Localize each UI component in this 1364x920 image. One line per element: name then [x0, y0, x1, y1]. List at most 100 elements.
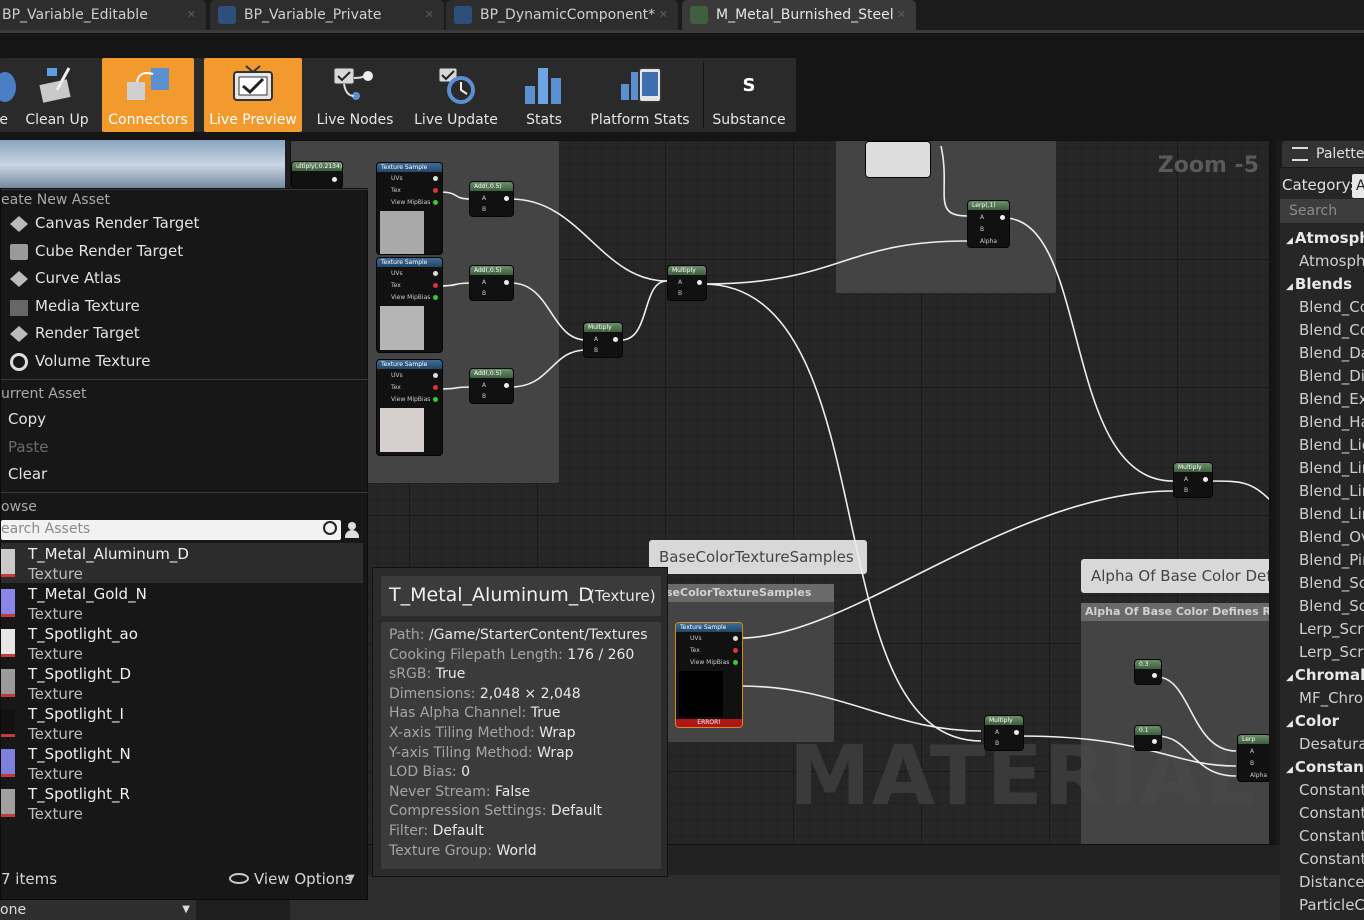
- close-icon[interactable]: ✕: [425, 8, 434, 21]
- stats-button[interactable]: Stats: [510, 58, 578, 132]
- bottom-dropdown[interactable]: one ▼: [0, 900, 196, 920]
- palette-item[interactable]: Constant: [1299, 827, 1364, 845]
- texture-preview-node[interactable]: [865, 141, 931, 178]
- palette-item[interactable]: MF_Chro: [1299, 689, 1363, 707]
- output-pin[interactable]: [733, 660, 738, 665]
- palette-search-input[interactable]: Search: [1280, 199, 1364, 223]
- close-icon[interactable]: ✕: [897, 8, 906, 21]
- output-pin[interactable]: [1014, 730, 1019, 735]
- palette-category[interactable]: ◢Atmosphe: [1286, 229, 1364, 247]
- output-pin[interactable]: [332, 177, 337, 182]
- asset-row[interactable]: T_Spotlight_R Texture: [1, 783, 363, 823]
- output-pin[interactable]: [433, 188, 438, 193]
- palette-item[interactable]: Blend_Lin: [1299, 505, 1364, 523]
- menu-item-volume-texture[interactable]: Volume Texture: [1, 349, 367, 376]
- output-pin[interactable]: [1152, 739, 1157, 744]
- asset-row[interactable]: T_Metal_Aluminum_D Texture: [1, 543, 363, 583]
- output-pin[interactable]: [433, 385, 438, 390]
- palette-item[interactable]: Blend_Ov: [1299, 528, 1364, 546]
- multiply-node-top-left[interactable]: ultiply(,0.2134): [291, 161, 343, 189]
- texture-sample-node-2[interactable]: Texture Sample UVs Tex View MipBias: [376, 257, 443, 353]
- palette-item[interactable]: Blend_Co: [1299, 298, 1364, 316]
- tab-bp-variable-private[interactable]: BP_Variable_Private ✕: [210, 0, 444, 30]
- live-nodes-button[interactable]: Live Nodes: [308, 58, 402, 132]
- menu-item-cube-render-target[interactable]: Cube Render Target: [1, 239, 367, 266]
- output-pin[interactable]: [504, 383, 509, 388]
- platform-stats-button[interactable]: Platform Stats: [584, 58, 696, 132]
- palette-item[interactable]: Blend_Lin: [1299, 459, 1364, 477]
- add-node-1[interactable]: Add(,0.5) A B: [469, 181, 514, 217]
- lerp-node-2[interactable]: Lerp A B Alpha: [1237, 734, 1269, 782]
- output-pin[interactable]: [433, 271, 438, 276]
- clear-menu-item[interactable]: Clear: [8, 465, 47, 483]
- palette-item[interactable]: Lerp_Scr: [1299, 643, 1363, 661]
- palette-item[interactable]: Blend_Lin: [1299, 482, 1364, 500]
- view-options-button[interactable]: View Options ▼: [227, 868, 361, 890]
- close-icon[interactable]: ✕: [659, 8, 668, 21]
- palette-category[interactable]: ◢Constants: [1286, 758, 1364, 776]
- menu-item-render-target[interactable]: Render Target: [1, 321, 367, 348]
- palette-tab[interactable]: Palette: [1282, 141, 1364, 167]
- palette-item[interactable]: ParticleC: [1299, 896, 1364, 914]
- live-preview-button[interactable]: Live Preview: [204, 58, 302, 132]
- palette-item[interactable]: Blend_Di: [1299, 367, 1364, 385]
- substance-button[interactable]: S Substance: [706, 58, 792, 132]
- output-pin[interactable]: [433, 397, 438, 402]
- output-pin[interactable]: [1000, 215, 1005, 220]
- preview-viewport[interactable]: [0, 140, 285, 190]
- lerp-node-1[interactable]: Lerp(,1) A B Alpha: [967, 200, 1010, 248]
- palette-item[interactable]: Blend_Sc: [1299, 574, 1364, 592]
- clean-up-button[interactable]: Clean Up: [18, 58, 96, 132]
- palette-category[interactable]: ◢ Blends: [1286, 275, 1352, 293]
- multiply-node-4[interactable]: Multiply A B: [984, 715, 1024, 751]
- palette-item[interactable]: Constant: [1299, 850, 1364, 868]
- palette-item[interactable]: Constant: [1299, 781, 1364, 799]
- output-pin[interactable]: [697, 280, 702, 285]
- palette-item[interactable]: Blend_Pin: [1299, 551, 1364, 569]
- palette-item[interactable]: Constant: [1299, 804, 1364, 822]
- menu-item-curve-atlas[interactable]: Curve Atlas: [1, 266, 367, 293]
- multiply-node-1[interactable]: Multiply A B: [583, 322, 623, 358]
- tab-m-metal-burnished-steel[interactable]: M_Metal_Burnished_Steel ✕: [682, 0, 916, 30]
- palette-item[interactable]: Blend_Lig: [1299, 436, 1364, 454]
- output-pin[interactable]: [1203, 477, 1208, 482]
- palette-item[interactable]: Distance: [1299, 873, 1364, 891]
- multiply-node-3[interactable]: Multiply A B: [1173, 462, 1213, 498]
- palette-item[interactable]: Atmosph: [1299, 252, 1364, 270]
- constant-node-1[interactable]: 0.3: [1134, 659, 1162, 685]
- asset-search-input[interactable]: earch Assets: [1, 520, 341, 540]
- palette-item[interactable]: Blend_Ex: [1299, 390, 1364, 408]
- output-pin[interactable]: [733, 648, 738, 653]
- output-pin[interactable]: [1152, 673, 1157, 678]
- output-pin[interactable]: [433, 200, 438, 205]
- output-pin[interactable]: [433, 176, 438, 181]
- tab-bp-dynamic-component[interactable]: BP_DynamicComponent* ✕: [446, 0, 678, 30]
- add-node-2[interactable]: Add(,0.5) A B: [469, 265, 514, 301]
- palette-category[interactable]: ◢Chromake: [1286, 666, 1364, 684]
- palette-item[interactable]: Blend_Da: [1299, 344, 1364, 362]
- asset-row[interactable]: T_Spotlight_N Texture: [1, 743, 363, 783]
- palette-item[interactable]: Blend_So: [1299, 597, 1364, 615]
- live-update-button[interactable]: Live Update: [408, 58, 504, 132]
- user-filter-icon[interactable]: [344, 522, 360, 538]
- asset-row[interactable]: T_Metal_Gold_N Texture: [1, 583, 363, 623]
- menu-item-canvas-render-target[interactable]: Canvas Render Target: [1, 211, 367, 238]
- output-pin[interactable]: [613, 337, 618, 342]
- texture-sample-node-error[interactable]: Texture Sample UVs Tex View MipBias ERRO…: [675, 622, 743, 728]
- palette-item[interactable]: Blend_Co: [1299, 321, 1364, 339]
- constant-node-2[interactable]: 0.1: [1134, 725, 1162, 751]
- asset-row[interactable]: T_Spotlight_D Texture: [1, 663, 363, 703]
- texture-sample-node-3[interactable]: Texture Sample UVs Tex View MipBias: [376, 359, 443, 456]
- add-node-3[interactable]: Add(,0.5) A B: [469, 368, 514, 404]
- output-pin[interactable]: [433, 283, 438, 288]
- texture-sample-node-1[interactable]: Texture Sample UVs Tex View MipBias: [376, 162, 443, 255]
- multiply-node-2[interactable]: Multiply A B: [667, 265, 707, 301]
- category-dropdown[interactable]: A: [1352, 174, 1364, 198]
- output-pin[interactable]: [504, 280, 509, 285]
- asset-row[interactable]: T_Spotlight_I Texture: [1, 703, 363, 743]
- output-pin[interactable]: [504, 196, 509, 201]
- asset-row[interactable]: T_Spotlight_ao Texture: [1, 623, 363, 663]
- tab-bp-variable-editable[interactable]: BP_Variable_Editable ✕: [0, 0, 206, 30]
- output-pin[interactable]: [733, 636, 738, 641]
- menu-item-media-texture[interactable]: Media Texture: [1, 294, 367, 321]
